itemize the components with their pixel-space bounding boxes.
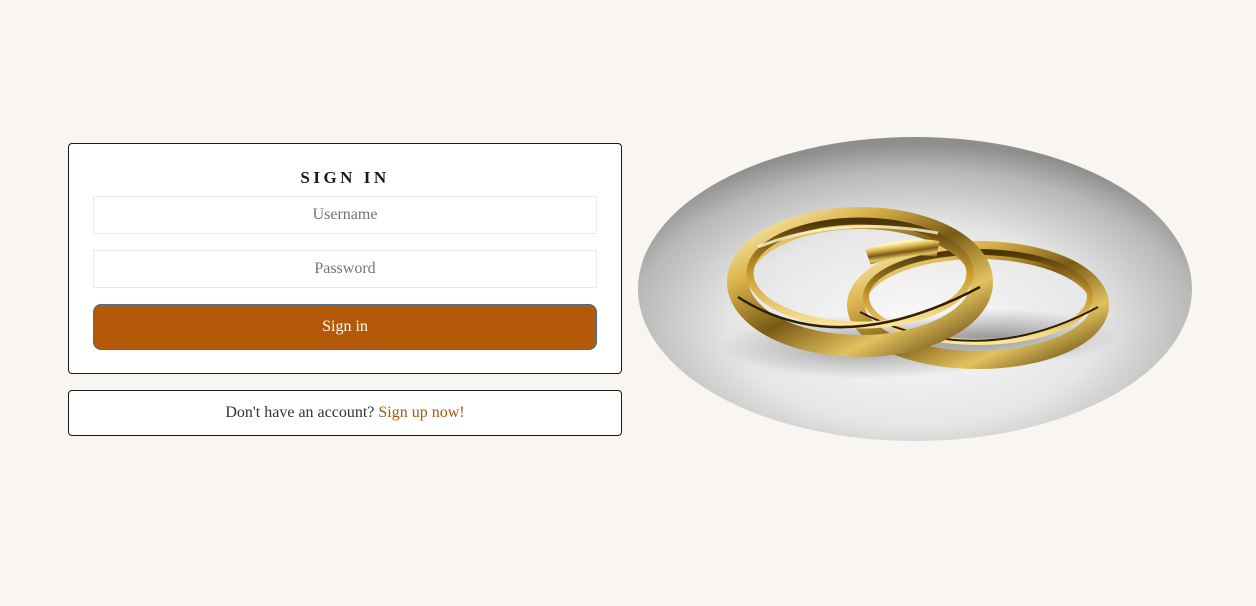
password-input[interactable] bbox=[93, 250, 597, 288]
login-page: SIGN IN Sign in Don't have an account? S… bbox=[0, 0, 1256, 606]
signup-prompt: Don't have an account? bbox=[225, 404, 375, 421]
username-input[interactable] bbox=[93, 196, 597, 234]
signin-form: SIGN IN Sign in bbox=[68, 143, 622, 374]
wedding-rings-image bbox=[638, 137, 1192, 441]
signin-title: SIGN IN bbox=[300, 168, 390, 187]
signup-link[interactable]: Sign up now! bbox=[378, 404, 464, 421]
signup-panel: Don't have an account? Sign up now! bbox=[68, 390, 622, 436]
signin-button[interactable]: Sign in bbox=[93, 304, 597, 350]
